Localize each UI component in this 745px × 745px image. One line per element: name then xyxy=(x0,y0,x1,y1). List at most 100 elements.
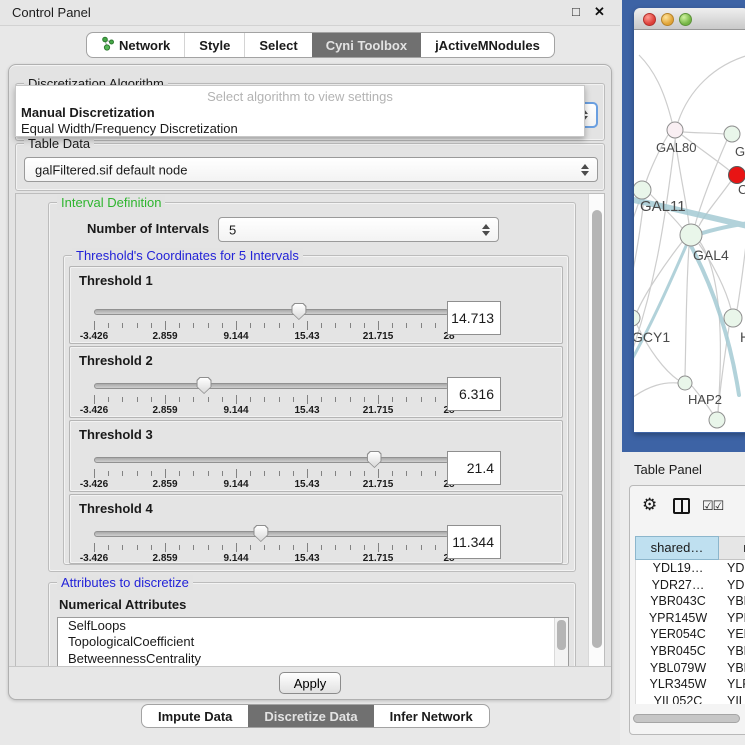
popup-option-manual[interactable]: Manual Discretization xyxy=(21,105,155,120)
list-scrollbar[interactable] xyxy=(554,618,568,668)
gear-icon[interactable]: ⚙ xyxy=(642,495,657,515)
column-header-name[interactable]: na xyxy=(719,536,745,560)
list-item[interactable]: BetweennessCentrality xyxy=(58,651,568,667)
tab-select[interactable]: Select xyxy=(244,33,311,57)
attributes-group: Attributes to discretize Numerical Attri… xyxy=(48,582,576,668)
threshold-label: Threshold 3 xyxy=(79,427,153,442)
scrollbar-thumb[interactable] xyxy=(592,210,602,648)
table-row[interactable]: YIL052C YIL0 xyxy=(636,693,745,704)
tab-discretize-data[interactable]: Discretize Data xyxy=(248,705,373,727)
minimize-traffic-light[interactable] xyxy=(661,13,674,26)
node-gal4 xyxy=(680,224,702,246)
zoom-traffic-light[interactable] xyxy=(679,13,692,26)
threshold-value-field[interactable]: 21.4 xyxy=(447,451,501,485)
list-item[interactable]: SelfLoops xyxy=(58,618,568,634)
label-partial-mid: C xyxy=(738,182,745,197)
table-row[interactable]: YDL19… YDL1 xyxy=(636,560,745,577)
interval-definition-title: Interval Definition xyxy=(57,195,165,210)
popup-option-equal-width[interactable]: Equal Width/Frequency Discretization xyxy=(21,121,238,136)
checkbox-icons[interactable]: ☑☑ xyxy=(702,498,723,514)
number-of-intervals-combobox[interactable]: 5 xyxy=(218,217,499,242)
thresholds-group-title: Threshold's Coordinates for 5 Intervals xyxy=(72,248,303,263)
node-gal11 xyxy=(634,181,651,199)
columns-icon[interactable] xyxy=(673,498,690,514)
table-panel-section: Table Panel ⚙ ☑☑ shared… na YDL19… YDL1 xyxy=(620,452,745,745)
threshold-label: Threshold 1 xyxy=(79,273,153,288)
slider-track[interactable] xyxy=(94,457,449,463)
popup-hint: Select algorithm to view settings xyxy=(16,89,584,104)
threshold-value-field[interactable]: 6.316 xyxy=(447,377,501,411)
table-row[interactable]: YER054C YER0 xyxy=(636,626,745,643)
slider-track[interactable] xyxy=(94,309,449,315)
slider-scale: -3.4262.8599.14415.4321.71528 xyxy=(94,553,449,565)
table-data-title: Table Data xyxy=(24,136,94,151)
table-row[interactable]: YLR345W YLR3 xyxy=(636,676,745,693)
network-window-titlebar[interactable] xyxy=(634,8,745,30)
label-gal11: GAL11 xyxy=(640,198,686,215)
vertical-scrollbar[interactable] xyxy=(588,194,604,667)
label-hap2: HAP2 xyxy=(688,392,722,407)
network-view[interactable]: GAL80 GA C GAL11 GAL4 GCY1 H HAP2 xyxy=(634,30,745,432)
threshold-label: Threshold 4 xyxy=(79,501,153,516)
table-row[interactable]: YPR145W YPR1 xyxy=(636,610,745,627)
slider-scale: -3.4262.8599.14415.4321.71528 xyxy=(94,479,449,491)
node-partial-top xyxy=(724,126,740,142)
tab-style[interactable]: Style xyxy=(184,33,244,57)
threshold-slider[interactable]: -3.4262.8599.14415.4321.71528 xyxy=(94,377,449,417)
tab-network-label: Network xyxy=(119,38,170,53)
thresholds-group: Threshold's Coordinates for 5 Intervals … xyxy=(63,255,569,565)
interval-definition-group: Interval Definition Number of Intervals … xyxy=(48,202,576,572)
numerical-attributes-label: Numerical Attributes xyxy=(59,597,186,612)
column-header-shared[interactable]: shared… xyxy=(635,536,719,560)
node-bottom xyxy=(709,412,725,428)
threshold-slider[interactable]: -3.4262.8599.14415.4321.71528 xyxy=(94,525,449,565)
label-h: H xyxy=(740,329,745,345)
table-row[interactable]: YBR043C YBR0 xyxy=(636,593,745,610)
table-rows: YDL19… YDL1 YDR27… YDR2 YBR043C YBR0 xyxy=(635,560,745,704)
threshold-label: Threshold 2 xyxy=(79,353,153,368)
network-window: GAL80 GA C GAL11 GAL4 GCY1 H HAP2 xyxy=(634,8,745,433)
node-gcy1 xyxy=(634,310,640,326)
node-h xyxy=(724,309,742,327)
table-toolbar: ⚙ ☑☑ xyxy=(630,486,745,530)
table-row[interactable]: YBL079W YBL0 xyxy=(636,660,745,677)
threshold-slider[interactable]: -3.4262.8599.14415.4321.71528 xyxy=(94,451,449,491)
list-item[interactable]: TopologicalCoefficient xyxy=(58,634,568,650)
float-window-icon[interactable]: □ xyxy=(572,4,580,19)
tab-cyni-toolbox[interactable]: Cyni Toolbox xyxy=(312,33,421,57)
scrollbar-thumb[interactable] xyxy=(633,714,740,723)
table-data-combobox[interactable]: galFiltered.sif default node xyxy=(24,157,598,182)
slider-thumb[interactable] xyxy=(253,525,268,542)
table-data-value: galFiltered.sif default node xyxy=(35,162,187,177)
tab-jactivemnodules[interactable]: jActiveMNodules xyxy=(421,33,554,57)
combo-arrows-icon xyxy=(482,224,490,236)
slider-ticks xyxy=(94,395,449,405)
threshold-value-field[interactable]: 14.713 xyxy=(447,301,501,335)
table-row[interactable]: YDR27… YDR2 xyxy=(636,577,745,594)
numerical-attributes-list: SelfLoops TopologicalCoefficient Between… xyxy=(57,617,569,668)
tab-infer-network[interactable]: Infer Network xyxy=(374,705,489,727)
label-gal80: GAL80 xyxy=(656,140,696,155)
slider-track[interactable] xyxy=(94,531,449,537)
threshold-slider[interactable]: -3.4262.8599.14415.4321.71528 xyxy=(94,303,449,343)
tab-impute-data[interactable]: Impute Data xyxy=(142,705,248,727)
apply-strip: Apply xyxy=(9,666,611,699)
node-table: shared… na YDL19… YDL1 YDR27… YDR2 xyxy=(635,536,745,704)
slider-thumb[interactable] xyxy=(291,303,306,320)
slider-track[interactable] xyxy=(94,383,449,389)
table-panel-box: ⚙ ☑☑ shared… na YDL19… YDL1 YDR27… xyxy=(629,485,745,735)
threshold-value-field[interactable]: 11.344 xyxy=(447,525,501,559)
table-row[interactable]: YBR045C YBR0 xyxy=(636,643,745,660)
horizontal-scrollbar[interactable] xyxy=(633,714,745,724)
tab-network[interactable]: Network xyxy=(87,33,184,57)
slider-thumb[interactable] xyxy=(197,377,212,394)
threshold-row: Threshold 3 -3.4262.8599.14415.4321.7152… xyxy=(69,420,563,492)
algorithm-dropdown-popup: Select algorithm to view settings Manual… xyxy=(15,85,585,137)
close-icon[interactable]: ✕ xyxy=(594,4,605,20)
apply-button[interactable]: Apply xyxy=(279,672,341,694)
close-traffic-light[interactable] xyxy=(643,13,656,26)
network-icon xyxy=(101,36,114,54)
number-of-intervals-value: 5 xyxy=(229,222,236,237)
slider-thumb[interactable] xyxy=(367,451,382,468)
table-data-group: Table Data galFiltered.sif default node xyxy=(15,143,605,191)
